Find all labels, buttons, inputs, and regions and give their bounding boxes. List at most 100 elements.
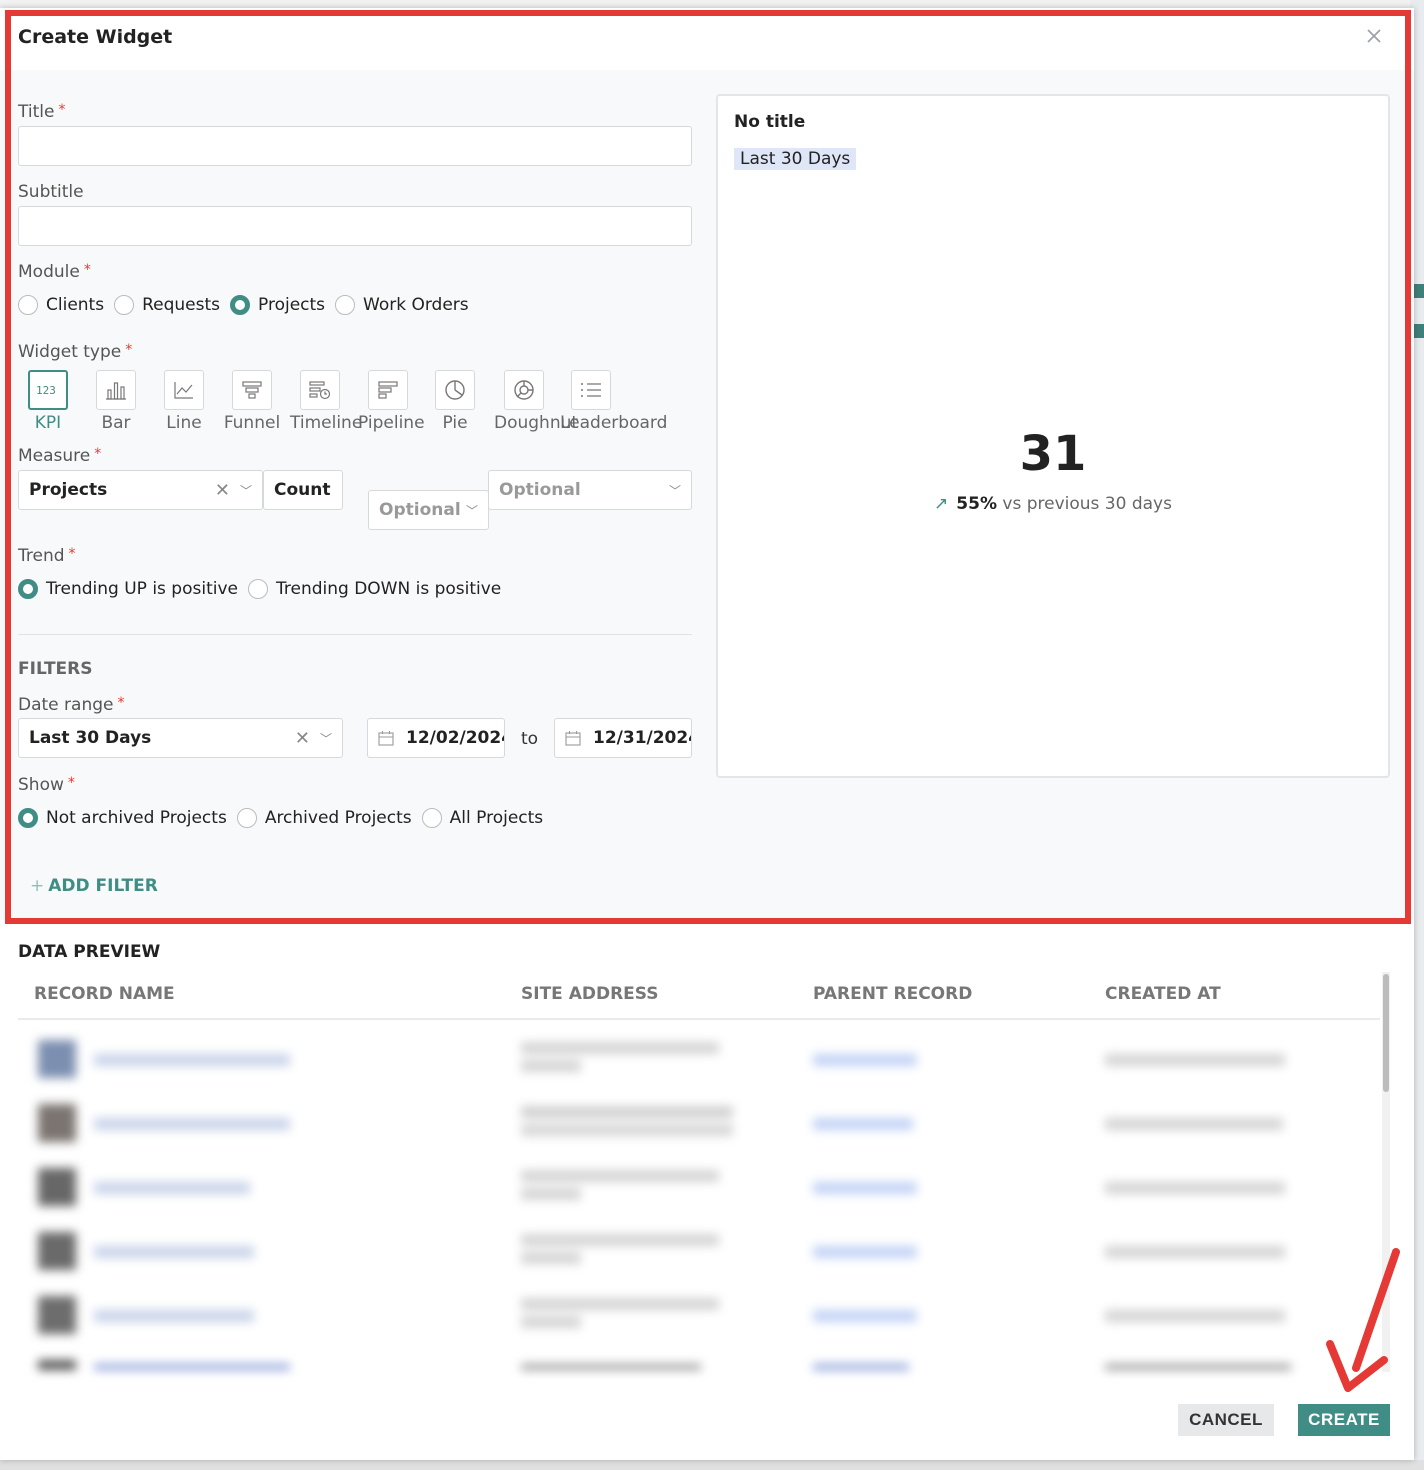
funnel-icon <box>242 381 262 399</box>
blurred-text <box>521 1042 719 1054</box>
widget-type-pie[interactable]: Pie <box>431 370 479 433</box>
aggregation-select[interactable]: Count <box>263 470 343 510</box>
background-bottom-edge <box>0 1460 1424 1470</box>
radio-button[interactable] <box>114 295 135 315</box>
radio-button[interactable] <box>335 295 356 315</box>
column-header-site-address[interactable]: SITE ADDRESS <box>521 984 659 1004</box>
blurred-text <box>521 1060 581 1072</box>
data-preview-title: DATA PREVIEW <box>18 942 161 962</box>
blurred-text <box>1105 1364 1291 1370</box>
blurred-text <box>94 1246 254 1258</box>
measure-select[interactable]: Projects ✕ ﹀ <box>18 470 263 510</box>
cancel-button[interactable]: CANCEL <box>1178 1404 1274 1436</box>
table-row[interactable] <box>18 1284 1380 1348</box>
date-range-field-label: Date range * <box>18 695 125 715</box>
blurred-text <box>521 1316 581 1328</box>
column-header-parent-record[interactable]: PARENT RECORD <box>813 984 972 1004</box>
radio-label: Trending DOWN is positive <box>275 579 502 599</box>
create-button[interactable]: CREATE <box>1298 1404 1390 1436</box>
radio-button[interactable] <box>421 808 442 828</box>
preview-trend: ↗ 55% vs previous 30 days <box>718 494 1388 514</box>
trend-comparison-text: vs previous 30 days <box>1002 494 1172 514</box>
table-row[interactable] <box>18 1156 1380 1220</box>
measure-select-value: Projects <box>29 480 108 500</box>
column-header-record-name[interactable]: RECORD NAME <box>34 984 175 1004</box>
widget-type-kpi[interactable]: 123 KPI <box>24 370 72 433</box>
title-input[interactable] <box>18 126 692 166</box>
widget-type-label: KPI <box>34 413 62 433</box>
required-marker: * <box>125 342 133 358</box>
radio-button[interactable] <box>236 808 257 828</box>
date-from-input[interactable]: 12/02/2024 <box>367 718 505 758</box>
radio-label: Work Orders <box>363 295 469 315</box>
table-row[interactable] <box>18 1348 1380 1370</box>
scrollbar-thumb[interactable] <box>1383 974 1389 1092</box>
module-option-projects[interactable]: Projects <box>230 295 325 315</box>
show-option-all[interactable]: All Projects <box>421 808 543 828</box>
date-to-input[interactable]: 12/31/2024 <box>554 718 692 758</box>
blurred-text <box>813 1246 917 1258</box>
create-widget-modal: Create Widget Title * Subtitle Module * Cl… <box>0 8 1414 1460</box>
module-option-requests[interactable]: Requests <box>114 295 220 315</box>
module-option-work-orders[interactable]: Work Orders <box>335 295 469 315</box>
required-marker: * <box>58 102 66 118</box>
blurred-text <box>1105 1310 1285 1322</box>
trend-option-down[interactable]: Trending DOWN is positive <box>247 579 502 599</box>
blurred-text <box>521 1124 733 1136</box>
show-option-not-archived[interactable]: Not archived Projects <box>18 808 227 828</box>
blurred-text <box>1105 1054 1285 1066</box>
blurred-text <box>813 1054 917 1066</box>
table-row[interactable] <box>18 1220 1380 1284</box>
module-option-clients[interactable]: Clients <box>18 295 104 315</box>
widget-type-line[interactable]: Line <box>160 370 208 433</box>
widget-type-pipeline[interactable]: Pipeline <box>358 370 425 433</box>
radio-label: Projects <box>258 295 326 315</box>
show-radio-group: Not archived Projects Archived Projects … <box>18 808 553 828</box>
chevron-down-icon: ﹀ <box>465 503 478 518</box>
bar-chart-icon <box>106 382 126 400</box>
widget-type-timeline[interactable]: Timeline <box>290 370 362 433</box>
radio-button[interactable] <box>247 579 268 599</box>
trend-option-up[interactable]: Trending UP is positive <box>18 579 238 599</box>
leaderboard-icon <box>581 383 601 397</box>
table-row[interactable] <box>18 1092 1380 1156</box>
data-preview-rows-blurred <box>18 1022 1380 1370</box>
blurred-text <box>521 1298 719 1310</box>
date-from-value: 12/02/2024 <box>406 728 505 748</box>
measure-field-label: Measure * <box>18 446 102 466</box>
optional-placeholder: Optional <box>379 500 461 520</box>
date-range-value: Last 30 Days <box>29 728 152 748</box>
required-marker: * <box>83 262 91 278</box>
subtitle-input[interactable] <box>18 206 692 246</box>
add-filter-button[interactable]: + ADD FILTER <box>30 876 158 896</box>
widget-type-leaderboard[interactable]: Leaderboard <box>560 370 667 433</box>
blurred-text <box>813 1310 917 1322</box>
optional-group-select[interactable]: Optional ﹀ <box>488 470 692 510</box>
radio-button-selected[interactable] <box>230 295 250 315</box>
date-range-select[interactable]: Last 30 Days ✕ ﹀ <box>18 718 343 758</box>
widget-type-field-label: Widget type * <box>18 342 133 362</box>
optional-field-select[interactable]: Optional ﹀ <box>368 490 489 530</box>
svg-text:123: 123 <box>36 384 56 397</box>
widget-type-funnel[interactable]: Funnel <box>220 370 284 433</box>
blurred-text <box>94 1310 254 1322</box>
radio-button-selected[interactable] <box>18 579 38 599</box>
required-marker: * <box>94 446 102 462</box>
blurred-text <box>521 1188 581 1200</box>
close-button[interactable] <box>1362 26 1386 50</box>
aggregation-value: Count <box>274 480 331 500</box>
clear-icon[interactable]: ✕ <box>215 480 230 501</box>
table-row[interactable] <box>18 1028 1380 1092</box>
widget-type-doughnut[interactable]: Doughnut <box>494 370 578 433</box>
blurred-text <box>521 1234 719 1246</box>
radio-button-selected[interactable] <box>18 808 38 828</box>
column-header-created-at[interactable]: CREATED AT <box>1105 984 1221 1004</box>
section-divider <box>18 634 692 635</box>
radio-button[interactable] <box>18 295 38 315</box>
show-option-archived[interactable]: Archived Projects <box>236 808 412 828</box>
line-chart-icon <box>174 382 193 399</box>
clear-icon[interactable]: ✕ <box>295 728 310 749</box>
widget-type-bar[interactable]: Bar <box>92 370 140 433</box>
pie-chart-icon <box>445 380 465 400</box>
preview-title: No title <box>734 112 806 132</box>
